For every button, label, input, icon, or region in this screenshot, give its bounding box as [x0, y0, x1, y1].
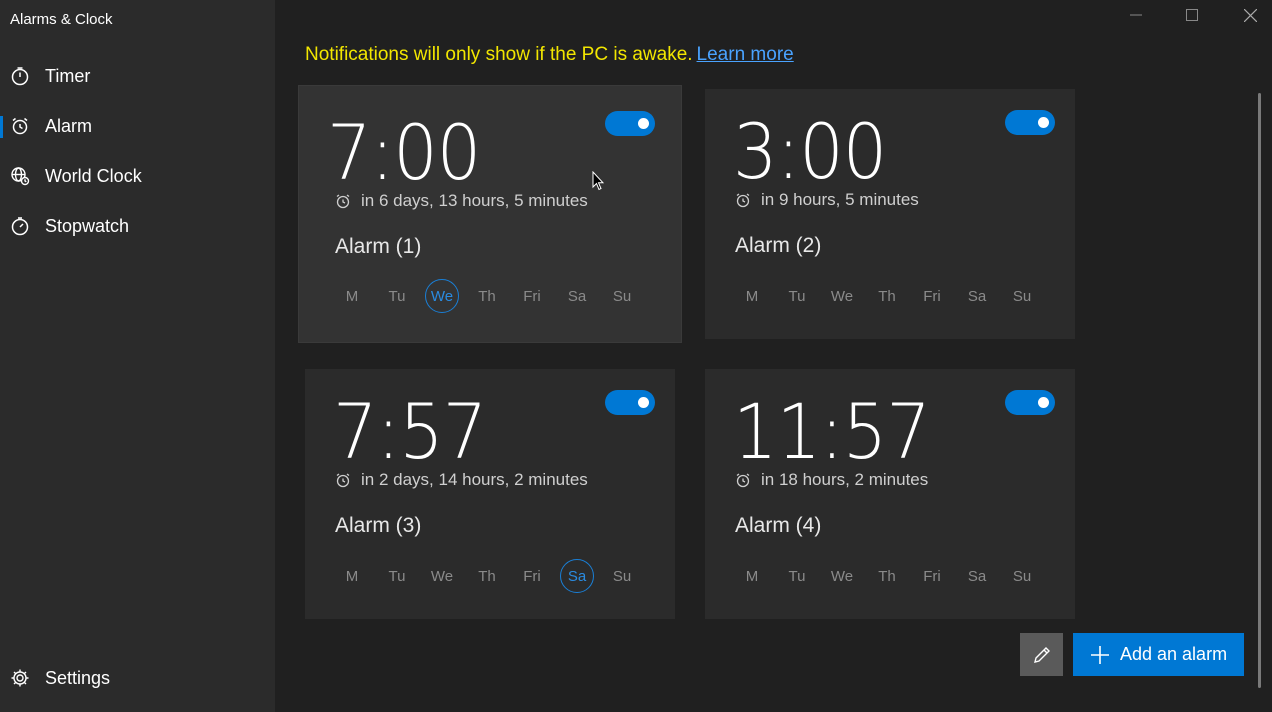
sidebar-item-timer[interactable]: Timer — [0, 56, 275, 96]
close-icon — [1243, 8, 1257, 22]
plus-icon — [1090, 645, 1110, 665]
edit-alarms-button[interactable] — [1020, 633, 1063, 676]
alarm-icon — [10, 116, 30, 136]
alarm-card[interactable]: 7:57 in 2 days, 14 hours, 2 minutes Alar… — [305, 369, 675, 619]
remaining-text: in 6 days, 13 hours, 5 minutes — [361, 191, 588, 210]
day-tu: Tu — [388, 287, 406, 305]
sidebar-item-world-clock[interactable]: World Clock — [0, 156, 275, 196]
day-fri: Fri — [923, 287, 941, 305]
app-title: Alarms & Clock — [10, 11, 113, 28]
alarm-card[interactable]: 3:00 in 9 hours, 5 minutes Alarm (2) M T… — [705, 89, 1075, 339]
world-clock-icon — [10, 166, 30, 186]
day-su: Su — [1012, 567, 1032, 585]
day-fri: Fri — [523, 567, 541, 585]
stopwatch-icon — [10, 216, 30, 236]
sidebar-item-label: Timer — [45, 65, 91, 86]
day-we: We — [430, 567, 454, 585]
alarm-icon — [735, 472, 751, 488]
alarm-days: M Tu We Th Fri Sa Su — [735, 279, 1050, 313]
learn-more-link[interactable]: Learn more — [697, 44, 794, 65]
day-su: Su — [612, 567, 632, 585]
minimize-button[interactable] — [1108, 0, 1164, 30]
day-sa: Sa — [967, 567, 987, 585]
alarm-time: 7:00 — [327, 108, 481, 197]
gear-icon — [10, 668, 30, 688]
alarm-toggle[interactable] — [605, 390, 655, 415]
alarm-icon — [335, 193, 351, 209]
sidebar: Alarms & Clock Timer Alarm World Clock S… — [0, 0, 275, 712]
sidebar-item-settings[interactable]: Settings — [0, 658, 275, 698]
alarm-time: 11:57 — [733, 387, 931, 476]
day-sa: Sa — [567, 287, 587, 305]
toggle-knob — [638, 118, 649, 129]
alarm-days: M Tu We Th Fri Sa Su — [735, 559, 1050, 593]
day-su: Su — [612, 287, 632, 305]
alarm-name: Alarm (1) — [335, 235, 422, 258]
sidebar-item-label: Alarm — [45, 115, 93, 136]
day-th: Th — [478, 567, 496, 585]
mouse-cursor-icon — [592, 171, 604, 191]
maximize-icon — [1186, 9, 1198, 21]
alarm-toggle[interactable] — [1005, 390, 1055, 415]
alarm-remaining: in 9 hours, 5 minutes — [735, 190, 919, 210]
day-tu: Tu — [388, 567, 406, 585]
toggle-knob — [638, 397, 649, 408]
day-th: Th — [878, 567, 896, 585]
day-sa: Sa — [967, 287, 987, 305]
remaining-text: in 18 hours, 2 minutes — [761, 470, 929, 489]
alarm-days: M Tu We Th Fri Sa Su — [335, 559, 650, 593]
alarm-toggle[interactable] — [1005, 110, 1055, 135]
sidebar-item-label: Stopwatch — [45, 215, 130, 236]
day-fri: Fri — [523, 287, 541, 305]
day-su: Su — [1012, 287, 1032, 305]
close-button[interactable] — [1222, 0, 1272, 30]
alarm-card[interactable]: 7:00 in 6 days, 13 hours, 5 minutes Alar… — [298, 85, 682, 343]
minimize-icon — [1130, 14, 1142, 16]
day-m: M — [345, 287, 359, 305]
day-we: We — [830, 287, 854, 305]
day-fri: Fri — [923, 567, 941, 585]
scrollbar[interactable] — [1258, 93, 1261, 688]
sidebar-item-label: World Clock — [45, 165, 142, 186]
toggle-knob — [1038, 397, 1049, 408]
alarm-time: 7:57 — [333, 387, 487, 476]
pencil-icon — [1033, 646, 1050, 663]
day-m: M — [745, 567, 759, 585]
day-m: M — [345, 567, 359, 585]
settings-label: Settings — [45, 667, 111, 688]
alarm-icon — [335, 472, 351, 488]
day-th: Th — [878, 287, 896, 305]
toggle-knob — [1038, 117, 1049, 128]
awake-notice: Notifications will only show if the PC i… — [305, 44, 794, 66]
active-indicator — [0, 116, 3, 138]
alarm-name: Alarm (4) — [735, 514, 822, 537]
day-tu: Tu — [788, 567, 806, 585]
remaining-text: in 9 hours, 5 minutes — [761, 190, 919, 209]
remaining-text: in 2 days, 14 hours, 2 minutes — [361, 470, 588, 489]
alarm-icon — [735, 192, 751, 208]
add-alarm-button[interactable]: Add an alarm — [1073, 633, 1244, 676]
notice-text: Notifications will only show if the PC i… — [305, 44, 693, 65]
timer-icon — [10, 66, 30, 86]
alarm-card[interactable]: 11:57 in 18 hours, 2 minutes Alarm (4) M… — [705, 369, 1075, 619]
alarm-remaining: in 18 hours, 2 minutes — [735, 470, 928, 490]
day-m: M — [745, 287, 759, 305]
day-tu: Tu — [788, 287, 806, 305]
maximize-button[interactable] — [1164, 0, 1220, 30]
alarm-remaining: in 2 days, 14 hours, 2 minutes — [335, 470, 588, 490]
alarm-name: Alarm (2) — [735, 234, 822, 257]
alarm-name: Alarm (3) — [335, 514, 422, 537]
add-alarm-label: Add an alarm — [1120, 644, 1228, 664]
alarm-time: 3:00 — [733, 107, 887, 196]
day-th: Th — [478, 287, 496, 305]
sidebar-item-stopwatch[interactable]: Stopwatch — [0, 206, 275, 246]
day-we: We — [425, 279, 459, 313]
alarm-toggle[interactable] — [605, 111, 655, 136]
alarm-remaining: in 6 days, 13 hours, 5 minutes — [335, 191, 588, 211]
sidebar-item-alarm[interactable]: Alarm — [0, 106, 275, 146]
day-we: We — [830, 567, 854, 585]
day-sa: Sa — [560, 559, 594, 593]
alarm-days: M Tu We Th Fri Sa Su — [335, 279, 650, 313]
